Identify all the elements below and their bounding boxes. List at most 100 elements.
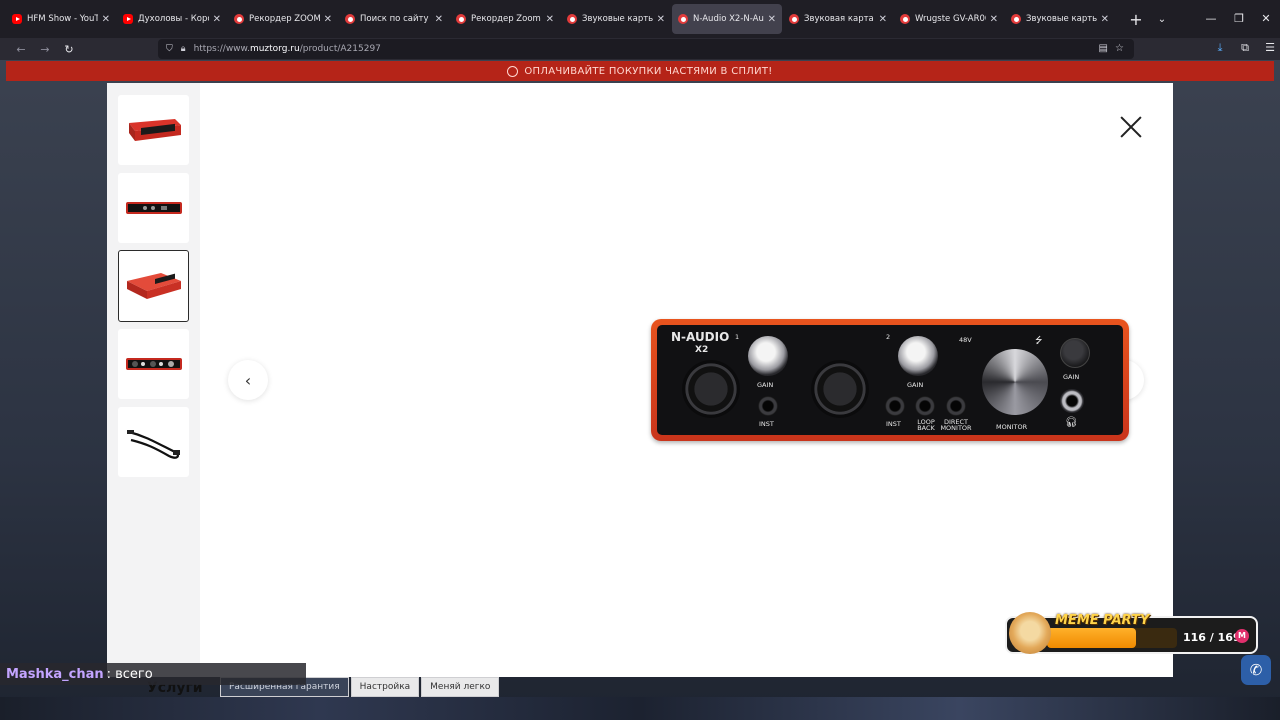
thumbnail-3[interactable] bbox=[118, 250, 189, 322]
device-brand: N-AUDIO bbox=[671, 330, 730, 344]
tab-label: N-Audio X2-N-Audio bbox=[693, 14, 764, 24]
product-image: N-AUDIO X2 1 GAIN INST 2 GAIN INST LOOP … bbox=[651, 319, 1129, 441]
muztorg-favicon-icon bbox=[789, 14, 799, 24]
prev-image-button[interactable]: ‹ bbox=[228, 360, 268, 400]
chat-text: : всего bbox=[106, 666, 153, 682]
thumb-top-angle-image bbox=[126, 273, 181, 299]
tab-label: HFM Show - YouTube bbox=[27, 14, 98, 24]
browser-tab[interactable]: Звуковые карты - к ✕ bbox=[561, 4, 671, 34]
thumbnail-4[interactable] bbox=[118, 329, 189, 399]
browser-tab[interactable]: Wrugste GV-AR005 ✕ bbox=[894, 4, 1004, 34]
xlr-input-2 bbox=[811, 360, 869, 418]
url-path: /product/A215297 bbox=[299, 44, 381, 54]
device-model: X2 bbox=[695, 345, 709, 355]
gain3-label: GAIN bbox=[1063, 373, 1080, 381]
restore-icon[interactable]: ❐ bbox=[1229, 12, 1249, 25]
close-tab-icon[interactable]: ✕ bbox=[324, 14, 332, 25]
inst-switch-1 bbox=[758, 396, 778, 416]
close-tab-icon[interactable]: ✕ bbox=[102, 14, 110, 25]
thumbnail-1[interactable] bbox=[118, 95, 189, 165]
phone-call-button[interactable]: ✆ bbox=[1241, 655, 1271, 685]
gain2-label: GAIN bbox=[907, 381, 924, 389]
muztorg-favicon-icon bbox=[1011, 14, 1021, 24]
close-tab-icon[interactable]: ✕ bbox=[546, 14, 554, 25]
forward-icon[interactable]: → bbox=[33, 43, 57, 56]
reader-view-icon[interactable]: ▤ bbox=[1099, 43, 1108, 54]
extensions-icon[interactable]: ⧉ bbox=[1235, 41, 1255, 55]
new-tab-button[interactable]: + bbox=[1123, 10, 1149, 29]
device-front-panel: N-AUDIO X2 1 GAIN INST 2 GAIN INST LOOP … bbox=[657, 325, 1123, 435]
service-tab[interactable]: Меняй легко bbox=[421, 677, 500, 697]
reload-icon[interactable]: ↻ bbox=[57, 43, 81, 56]
thumbnail-2[interactable] bbox=[118, 173, 189, 243]
browser-tab[interactable]: Духоловы - Короле ✕ bbox=[117, 4, 227, 34]
tab-label: Рекордер ZOOM H1 bbox=[249, 14, 320, 24]
muztorg-favicon-icon bbox=[234, 14, 244, 24]
monitor-knob bbox=[982, 349, 1048, 415]
phone-icon: ✆ bbox=[1249, 661, 1263, 679]
inst-switch-2 bbox=[885, 396, 905, 416]
service-tab[interactable]: Настройка bbox=[350, 677, 420, 697]
muztorg-favicon-icon bbox=[456, 14, 466, 24]
nav-bar: ← → ↻ ⛉ 🔒︎ https://www. muztorg.ru/produc… bbox=[0, 38, 1280, 60]
xlr-input-1 bbox=[682, 360, 740, 418]
gain-knob-2 bbox=[898, 336, 938, 376]
tab-bar: HFM Show - YouTube✕Духоловы - Короле✕Рек… bbox=[0, 0, 1280, 38]
menu-icon[interactable]: ☰ bbox=[1260, 41, 1280, 54]
tab-label: Духоловы - Короле bbox=[138, 14, 209, 24]
muztorg-favicon-icon bbox=[678, 14, 688, 24]
tab-label: Wrugste GV-AR005 bbox=[915, 14, 986, 24]
browser-tab[interactable]: N-Audio X2-N-Audio ✕ bbox=[672, 4, 782, 34]
loopback-label: LOOP BACK bbox=[917, 418, 935, 432]
background-strip bbox=[0, 697, 1280, 720]
shield-icon[interactable]: ⛉ bbox=[166, 44, 173, 54]
thumbnail-5[interactable] bbox=[118, 407, 189, 477]
bookmark-star-icon[interactable]: ☆ bbox=[1115, 43, 1124, 54]
meme-count: 116 / 169 bbox=[1183, 631, 1241, 644]
browser-tab[interactable]: Звуковые карты - к ✕ bbox=[1005, 4, 1115, 34]
tab-list-button[interactable]: ⌄ bbox=[1149, 14, 1175, 25]
url-prefix: https://www. bbox=[193, 44, 250, 54]
browser-tab[interactable]: Звуковая карта Beh ✕ bbox=[783, 4, 893, 34]
monitor-label: MONITOR bbox=[996, 423, 1028, 431]
meme-party-widget: MEME PARTY 116 / 169 M bbox=[1005, 612, 1258, 654]
close-tab-icon[interactable]: ✕ bbox=[657, 14, 665, 25]
ch2-label: 2 bbox=[886, 333, 891, 341]
close-tab-icon[interactable]: ✕ bbox=[879, 14, 887, 25]
headphone-jack bbox=[1060, 389, 1084, 413]
close-tab-icon[interactable]: ✕ bbox=[768, 14, 776, 25]
close-tab-icon[interactable]: ✕ bbox=[213, 14, 221, 25]
tab-label: Звуковые карты - к bbox=[1026, 14, 1097, 24]
minimize-icon[interactable]: — bbox=[1201, 12, 1221, 25]
browser-tab[interactable]: HFM Show - YouTube ✕ bbox=[6, 4, 116, 34]
usb-icon: ⭍ bbox=[1035, 336, 1043, 346]
back-icon[interactable]: ← bbox=[9, 43, 33, 56]
browser-tab[interactable]: Рекордер ZOOM H1 ✕ bbox=[228, 4, 338, 34]
promo-banner[interactable]: ОПЛАЧИВАЙТЕ ПОКУПКИ ЧАСТЯМИ В СПЛИТ! bbox=[6, 61, 1274, 81]
address-bar[interactable]: ⛉ 🔒︎ https://www. muztorg.ru/product/A215… bbox=[158, 39, 1134, 59]
muztorg-favicon-icon bbox=[567, 14, 577, 24]
tab-label: Звуковые карты - к bbox=[582, 14, 653, 24]
thumb-usb-cable-image bbox=[126, 430, 180, 459]
gain1-label: GAIN bbox=[757, 381, 774, 389]
ch1-label: 1 bbox=[735, 333, 740, 341]
close-modal-icon[interactable] bbox=[1119, 115, 1143, 139]
headphones-icon: 🎧︎ bbox=[1065, 417, 1078, 428]
inst2-label: INST bbox=[886, 420, 901, 428]
muztorg-favicon-icon bbox=[900, 14, 910, 24]
browser-tab[interactable]: Рекордер Zoom H1n ✕ bbox=[450, 4, 560, 34]
loopback-switch bbox=[915, 396, 935, 416]
downloads-icon[interactable]: ⤓ bbox=[1210, 41, 1230, 55]
tab-label: Рекордер Zoom H1n bbox=[471, 14, 542, 24]
inst1-label: INST bbox=[759, 420, 774, 428]
split-icon bbox=[507, 65, 519, 77]
close-tab-icon[interactable]: ✕ bbox=[435, 14, 443, 25]
stream-chat-message: Mashka_chan : всего bbox=[0, 663, 306, 685]
meme-progress-fill bbox=[1047, 628, 1137, 648]
doge-icon bbox=[1009, 612, 1051, 654]
close-tab-icon[interactable]: ✕ bbox=[990, 14, 998, 25]
close-window-icon[interactable]: ✕ bbox=[1256, 12, 1276, 25]
browser-tab[interactable]: Поиск по сайту ✕ bbox=[339, 4, 449, 34]
close-tab-icon[interactable]: ✕ bbox=[1101, 14, 1109, 25]
lock-icon[interactable]: 🔒︎ bbox=[181, 44, 186, 54]
